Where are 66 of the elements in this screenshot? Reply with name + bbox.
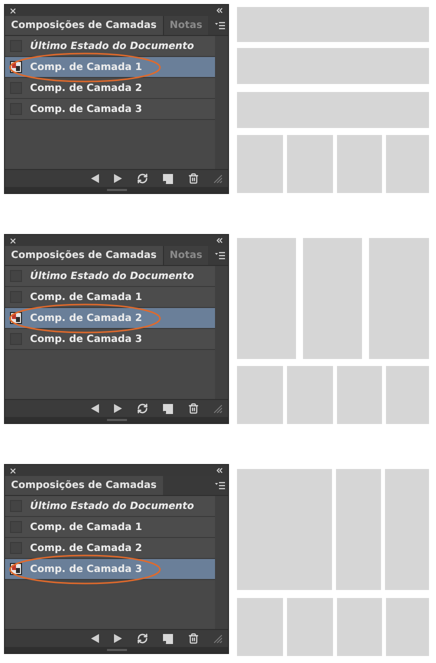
layout-block — [337, 598, 382, 656]
layout-block — [237, 366, 283, 424]
row-label: Último Estado do Documento — [30, 268, 194, 284]
drag-handle[interactable] — [106, 189, 126, 191]
panel-tab[interactable]: Composições de Camadas — [5, 476, 163, 495]
layout-block — [337, 366, 382, 424]
panel-tab[interactable]: Composições de Camadas — [5, 246, 163, 265]
layout-block — [386, 366, 429, 424]
layer-comp-row[interactable]: Último Estado do Documento — [5, 496, 215, 517]
resize-grip-icon[interactable] — [214, 404, 222, 412]
layout-block — [386, 135, 429, 193]
layer-comp-row[interactable]: Último Estado do Documento — [5, 266, 215, 287]
row-label: Comp. de Camada 1 — [30, 520, 142, 534]
trash-icon[interactable] — [188, 633, 199, 644]
layer-comp-row[interactable]: Comp. de Camada 1 — [5, 287, 215, 308]
resize-grip-icon[interactable] — [214, 174, 222, 182]
panel-menu-icon[interactable] — [215, 482, 225, 490]
next-icon[interactable] — [114, 404, 122, 413]
layout-block — [287, 135, 333, 193]
collapse-icon[interactable] — [215, 466, 224, 475]
resize-grip-icon[interactable] — [214, 634, 222, 642]
layer-comp-row[interactable]: Último Estado do Documento — [5, 36, 215, 57]
previous-icon[interactable] — [91, 634, 99, 643]
layout-block — [287, 366, 333, 424]
row-label: Comp. de Camada 3 — [30, 332, 142, 346]
layer-comp-row[interactable]: Comp. de Camada 3 — [5, 329, 215, 350]
layout-block — [287, 598, 333, 656]
row-label: Comp. de Camada 1 — [30, 60, 142, 74]
drag-handle[interactable] — [106, 649, 126, 651]
collapse-icon[interactable] — [215, 6, 224, 15]
row-label: Comp. de Camada 3 — [30, 102, 142, 116]
layout-block — [386, 598, 429, 656]
new-page-icon[interactable] — [163, 634, 173, 644]
close-icon[interactable] — [9, 236, 17, 244]
collapse-icon[interactable] — [215, 236, 224, 245]
row-label: Último Estado do Documento — [30, 38, 194, 54]
trash-icon[interactable] — [188, 173, 199, 184]
layer-comp-row[interactable]: Comp. de Camada 1 — [5, 517, 215, 538]
new-page-icon[interactable] — [163, 404, 173, 414]
refresh-icon[interactable] — [137, 633, 148, 644]
new-page-icon[interactable] — [163, 174, 173, 184]
previous-icon[interactable] — [91, 174, 99, 183]
previous-icon[interactable] — [91, 404, 99, 413]
layout-block — [237, 598, 283, 656]
row-label: Comp. de Camada 2 — [30, 82, 142, 96]
row-label: Último Estado do Documento — [30, 498, 194, 514]
layout-block — [237, 135, 283, 193]
panel-menu-icon[interactable] — [215, 22, 225, 30]
row-label: Comp. de Camada 1 — [30, 290, 142, 304]
layer-comp-row[interactable]: Comp. de Camada 2 — [5, 538, 215, 559]
layout-block — [337, 135, 382, 193]
row-label: Comp. de Camada 2 — [30, 542, 142, 556]
layer-comp-row[interactable]: Comp. de Camada 3 — [5, 99, 215, 120]
drag-handle[interactable] — [106, 419, 126, 421]
refresh-icon[interactable] — [137, 173, 148, 184]
panel-menu-icon[interactable] — [215, 252, 225, 260]
trash-icon[interactable] — [188, 403, 199, 414]
row-label: Comp. de Camada 2 — [30, 312, 142, 326]
close-icon[interactable] — [9, 6, 17, 14]
next-icon[interactable] — [114, 634, 122, 643]
next-icon[interactable] — [114, 174, 122, 183]
close-icon[interactable] — [9, 466, 17, 474]
layer-comp-row[interactable]: Comp. de Camada 2 — [5, 78, 215, 99]
panel-tab[interactable]: Composições de Camadas — [5, 16, 163, 35]
row-label: Comp. de Camada 3 — [30, 562, 142, 576]
refresh-icon[interactable] — [137, 403, 148, 414]
